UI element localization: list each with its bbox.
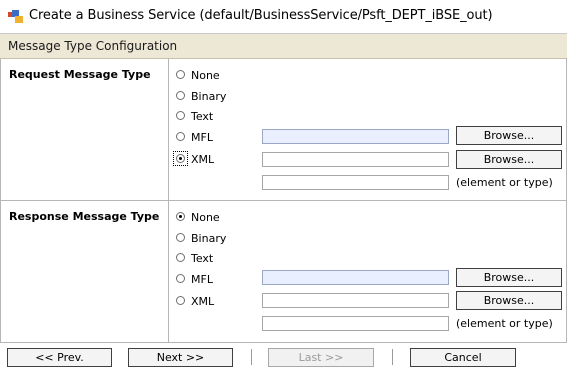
option-label: Binary [191, 90, 227, 103]
response-radio-mfl[interactable] [176, 274, 185, 283]
next-button[interactable]: Next >> [128, 348, 233, 367]
option-label: None [191, 211, 220, 224]
response-radio-none[interactable] [176, 212, 185, 221]
column-divider [168, 59, 169, 342]
section-header: Message Type Configuration [0, 34, 567, 59]
prev-button[interactable]: << Prev. [7, 348, 112, 367]
option-label: Binary [191, 232, 227, 245]
request-radio-binary[interactable] [176, 91, 185, 100]
row-divider [1, 200, 566, 201]
request-message-type-label: Request Message Type [9, 68, 151, 81]
request-radio-mfl[interactable] [176, 132, 185, 141]
separator [251, 349, 252, 365]
response-mfl-browse-button[interactable]: Browse... [456, 268, 562, 287]
message-type-form: Request Message Type None Binary Text MF… [0, 59, 567, 343]
response-element-hint: (element or type) [456, 317, 553, 330]
request-element-hint: (element or type) [456, 176, 553, 189]
request-element-field[interactable] [262, 175, 449, 190]
option-label: MFL [191, 131, 213, 144]
request-xml-field[interactable] [262, 152, 449, 167]
focus-indicator [173, 151, 188, 166]
response-mfl-field[interactable] [262, 270, 449, 285]
option-label: Text [191, 110, 214, 123]
separator [392, 349, 393, 365]
response-element-field[interactable] [262, 316, 449, 331]
request-mfl-field[interactable] [262, 129, 449, 144]
response-radio-xml[interactable] [176, 296, 185, 305]
response-xml-field[interactable] [262, 293, 449, 308]
section-title: Message Type Configuration [8, 39, 178, 53]
response-radio-binary[interactable] [176, 233, 185, 242]
request-xml-browse-button[interactable]: Browse... [456, 150, 562, 169]
title-bar: Create a Business Service (default/Busin… [0, 0, 567, 34]
last-button[interactable]: Last >> [268, 348, 374, 367]
response-message-type-label: Response Message Type [9, 210, 160, 223]
option-label: None [191, 69, 220, 82]
business-service-icon [8, 10, 23, 23]
wizard-footer: << Prev. Next >> Last >> Cancel [0, 343, 567, 369]
option-label: MFL [191, 273, 213, 286]
page-title: Create a Business Service (default/Busin… [29, 8, 493, 23]
option-label: Text [191, 252, 214, 265]
request-radio-text[interactable] [176, 111, 185, 120]
response-xml-browse-button[interactable]: Browse... [456, 291, 562, 310]
option-label: XML [191, 153, 215, 166]
request-radio-none[interactable] [176, 70, 185, 79]
option-label: XML [191, 295, 215, 308]
cancel-button[interactable]: Cancel [410, 348, 516, 367]
response-radio-text[interactable] [176, 253, 185, 262]
request-mfl-browse-button[interactable]: Browse... [456, 126, 562, 145]
